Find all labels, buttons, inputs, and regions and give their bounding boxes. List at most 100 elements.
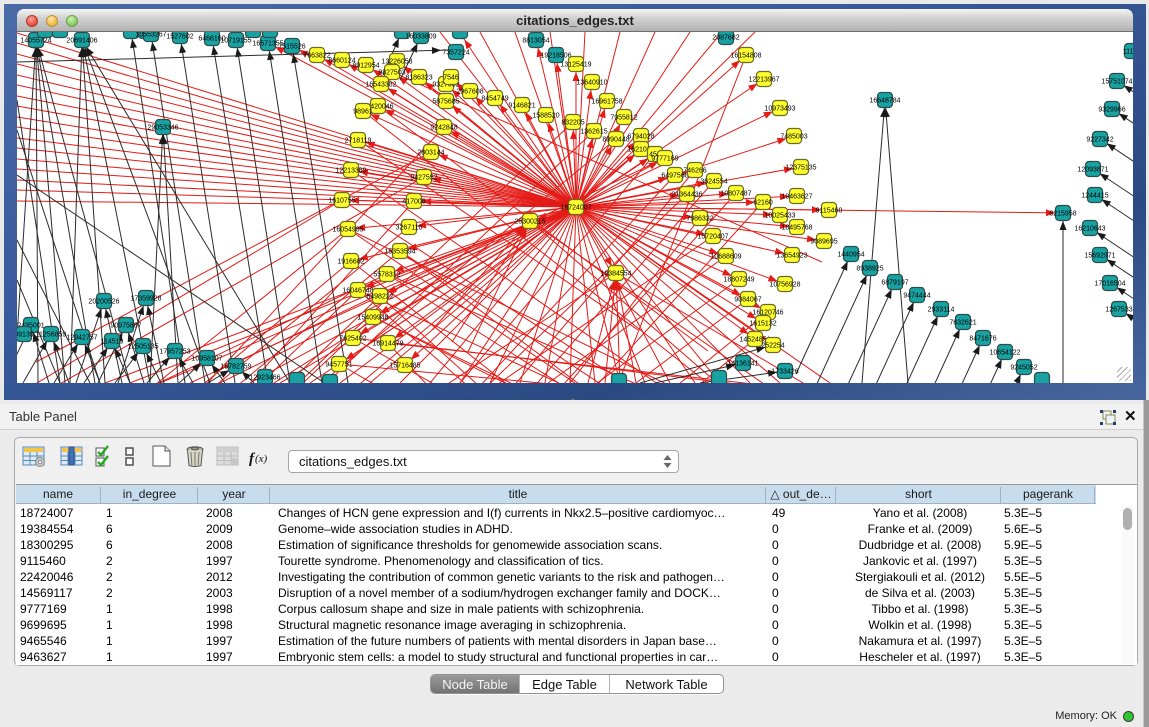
svg-text:15716485: 15716485: [389, 363, 420, 370]
svg-text:19463627: 19463627: [781, 194, 812, 201]
svg-text:10688609: 10688609: [710, 254, 741, 261]
svg-text:9242848: 9242848: [430, 125, 457, 132]
svg-text:2087682: 2087682: [712, 35, 739, 42]
svg-text:8912954: 8912954: [352, 63, 379, 70]
svg-text:1916682: 1916682: [337, 259, 364, 266]
svg-text:9827503: 9827503: [378, 70, 405, 77]
svg-text:9089695: 9089695: [810, 239, 837, 246]
svg-text:15751074: 15751074: [1101, 79, 1132, 86]
svg-text:8186323: 8186323: [405, 75, 432, 82]
svg-text:16543382: 16543382: [365, 82, 396, 89]
svg-text:2967608: 2967608: [456, 89, 483, 96]
svg-text:13654923: 13654923: [776, 253, 807, 260]
svg-text:15692971: 15692971: [1084, 253, 1115, 260]
svg-text:10807487: 10807487: [720, 191, 751, 198]
svg-text:7625402: 7625402: [339, 336, 366, 343]
svg-text:(x): (x): [255, 453, 268, 465]
svg-text:16210643: 16210643: [1074, 226, 1105, 233]
svg-text:12942757: 12942757: [66, 335, 97, 342]
svg-text:6794028: 6794028: [627, 134, 654, 141]
svg-text:9457751: 9457751: [325, 362, 352, 369]
svg-text:98961: 98961: [353, 109, 373, 116]
svg-text:3267110: 3267110: [396, 225, 423, 232]
svg-text:12375135: 12375135: [785, 165, 816, 172]
svg-text:1615132: 1615132: [749, 321, 776, 328]
svg-text:2933114: 2933114: [928, 307, 955, 314]
svg-text:15353594: 15353594: [384, 249, 415, 256]
svg-text:1588520: 1588520: [532, 113, 559, 120]
svg-text:7515526: 7515526: [278, 44, 305, 51]
svg-text:7986322: 7986322: [686, 216, 713, 223]
svg-text:15720407: 15720407: [697, 234, 728, 241]
svg-text:8990448: 8990448: [602, 137, 629, 144]
svg-text:9329966: 9329966: [1098, 107, 1125, 114]
svg-text:16782759: 16782759: [220, 364, 251, 371]
svg-text:10958107: 10958107: [191, 356, 222, 363]
svg-text:1244415: 1244415: [1081, 193, 1108, 200]
svg-text:17359928: 17359928: [130, 296, 161, 303]
svg-text:62160: 62160: [753, 200, 773, 207]
svg-text:7663822: 7663822: [303, 53, 330, 60]
svg-text:10756928: 10756928: [769, 282, 800, 289]
svg-text:16154808: 16154808: [730, 53, 761, 60]
svg-text:9777169: 9777169: [651, 156, 678, 163]
svg-text:8215958: 8215958: [1049, 211, 1076, 218]
svg-text:21364436: 21364436: [671, 192, 702, 199]
svg-text:9427552: 9427552: [410, 175, 437, 182]
svg-text:8454749: 8454749: [481, 96, 508, 103]
svg-text:17957253: 17957253: [159, 349, 190, 356]
svg-text:8813054: 8813054: [522, 38, 549, 45]
svg-text:16961758: 16961758: [591, 99, 622, 106]
svg-text:7546: 7546: [443, 75, 459, 82]
svg-text:12923466: 12923466: [249, 375, 280, 382]
svg-text:2803144: 2803144: [417, 150, 444, 157]
svg-text:16054985: 16054985: [332, 227, 363, 234]
svg-text:19384554: 19384554: [600, 271, 631, 278]
svg-text:1733426: 1733426: [771, 369, 798, 376]
svg-text:17016504: 17016504: [1094, 281, 1125, 288]
svg-text:10553267: 10553267: [135, 32, 166, 39]
svg-text:12213369: 12213369: [335, 168, 366, 175]
svg-text:20691406: 20691406: [66, 38, 97, 45]
svg-text:10973493: 10973493: [764, 106, 795, 113]
svg-text:2718119: 2718119: [345, 138, 372, 145]
svg-text:252254: 252254: [761, 343, 784, 350]
svg-text:10025433: 10025433: [764, 213, 795, 220]
svg-text:9084067: 9084067: [734, 297, 761, 304]
svg-text:18807249: 18807249: [723, 277, 754, 284]
svg-text:6879197: 6879197: [881, 280, 908, 287]
svg-text:11256859: 11256859: [36, 332, 67, 339]
svg-text:1440954: 1440954: [837, 252, 864, 259]
svg-text:9115460: 9115460: [816, 208, 843, 215]
svg-text:12505135: 12505135: [127, 344, 158, 351]
svg-text:1610755: 1610755: [328, 198, 355, 205]
svg-text:13125419: 13125419: [560, 62, 591, 69]
svg-text:7485003: 7485003: [780, 134, 807, 141]
svg-text:7357224: 7357224: [442, 50, 469, 57]
svg-text:5578312: 5578312: [373, 272, 400, 279]
svg-text:114519: 114519: [101, 339, 124, 346]
svg-text:1527602: 1527602: [166, 34, 193, 41]
svg-text:19218506: 19218506: [540, 53, 571, 60]
svg-text:832205: 832205: [561, 120, 584, 127]
svg-text:1362615: 1362615: [580, 129, 607, 136]
svg-text:16648784: 16648784: [869, 98, 900, 105]
svg-text:10654122: 10654122: [989, 350, 1020, 357]
svg-text:1267533: 1267533: [1105, 307, 1132, 314]
svg-text:14136141: 14136141: [727, 361, 758, 368]
svg-text:9146821: 9146821: [508, 103, 535, 110]
svg-text:90975887: 90975887: [110, 323, 141, 330]
svg-text:10719155: 10719155: [220, 38, 251, 45]
svg-text:13640910: 13640910: [576, 80, 607, 87]
svg-text:20200526: 20200526: [88, 299, 119, 306]
svg-text:39139: 39139: [17, 332, 34, 339]
svg-text:18495768: 18495768: [781, 225, 812, 232]
svg-text:14055724: 14055724: [20, 38, 51, 45]
svg-text:12093871: 12093871: [1077, 167, 1108, 174]
svg-text:9474444: 9474444: [903, 293, 930, 300]
svg-text:16033809: 16033809: [405, 34, 436, 41]
svg-text:417006: 417006: [402, 199, 425, 206]
svg-text:15409948: 15409948: [357, 315, 388, 322]
svg-text:18724007: 18724007: [560, 205, 591, 212]
svg-text:8938925: 8938925: [856, 266, 883, 273]
